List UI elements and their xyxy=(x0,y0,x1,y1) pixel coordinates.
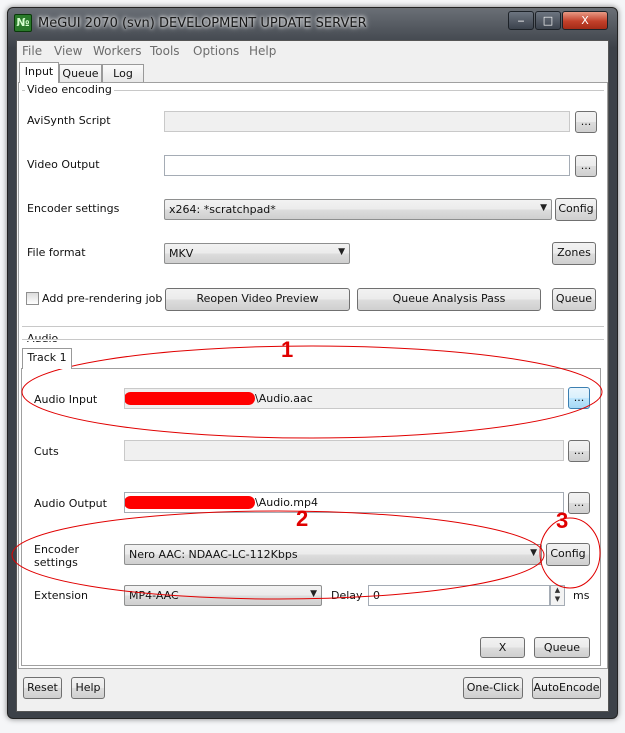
annotation-number-2: 2 xyxy=(296,506,308,531)
annotation-number-3: 3 xyxy=(556,508,568,533)
annotation-ellipse-3 xyxy=(539,517,601,589)
annotation-ellipse-2 xyxy=(11,510,545,600)
tab-input[interactable]: Input xyxy=(19,62,59,83)
annotation-ellipse-1 xyxy=(21,345,603,439)
annotation-number-1: 1 xyxy=(281,337,293,362)
annotation-overlay: 1 2 3 xyxy=(11,337,603,600)
tab-track-1[interactable]: Track 1 xyxy=(22,348,72,369)
